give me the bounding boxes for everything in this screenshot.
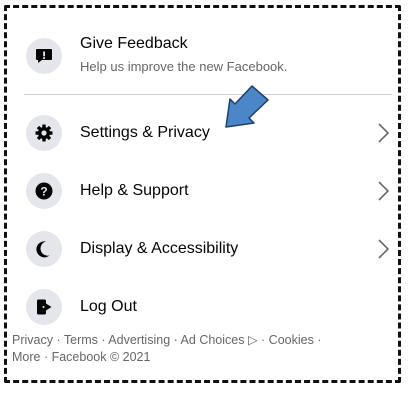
menu-item-help-support[interactable]: ? Help & Support <box>14 163 396 219</box>
footer-links-line-1[interactable]: Privacy · Terms · Advertising · Ad Choic… <box>12 332 382 349</box>
chevron-right-icon <box>378 181 390 201</box>
question-icon: ? <box>26 173 62 209</box>
annotation-arrow-icon <box>225 85 269 128</box>
moon-icon <box>26 231 62 267</box>
menu-item-label: Display & Accessibility <box>80 240 239 257</box>
logout-icon <box>26 289 62 325</box>
menu-item-log-out[interactable]: Log Out <box>14 279 396 335</box>
chevron-right-icon <box>378 123 390 143</box>
give-feedback-item[interactable]: Give Feedback Help us improve the new Fa… <box>14 30 396 84</box>
give-feedback-subtitle: Help us improve the new Facebook. <box>80 59 288 74</box>
chevron-right-icon <box>378 239 390 259</box>
menu-item-display-accessibility[interactable]: Display & Accessibility <box>14 221 396 277</box>
footer-links-line-2[interactable]: More · Facebook © 2021 <box>12 349 382 366</box>
footer-links: Privacy · Terms · Advertising · Ad Choic… <box>12 332 382 366</box>
feedback-icon <box>26 38 62 74</box>
menu-divider <box>24 94 392 95</box>
gear-icon <box>26 115 62 151</box>
menu-item-label: Log Out <box>80 298 137 315</box>
menu-item-settings-privacy[interactable]: Settings & Privacy <box>14 105 396 161</box>
give-feedback-title: Give Feedback <box>80 35 188 52</box>
svg-text:?: ? <box>40 185 47 199</box>
menu-item-label: Help & Support <box>80 182 189 199</box>
menu-item-label: Settings & Privacy <box>80 124 210 141</box>
